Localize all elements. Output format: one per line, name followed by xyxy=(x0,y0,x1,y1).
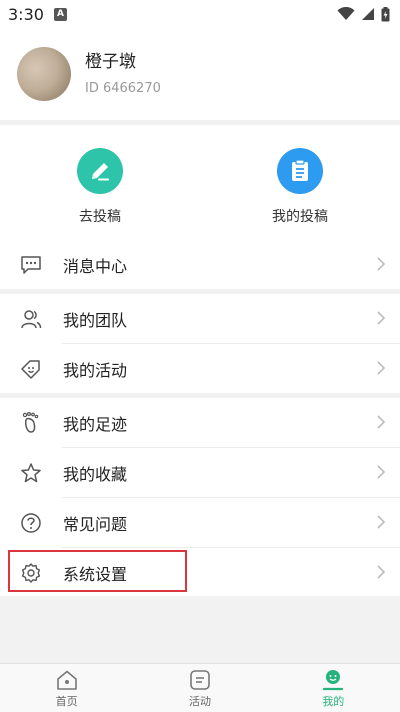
nav-tab-home[interactable]: 首页 xyxy=(0,664,133,712)
shortcut-bar: 去投稿 我的投稿 xyxy=(0,128,400,236)
my-posts-button[interactable]: 我的投稿 xyxy=(200,128,400,236)
menu-label-my-favorites: 我的收藏 xyxy=(63,464,128,484)
question-circle-icon xyxy=(20,512,42,534)
submit-post-label: 去投稿 xyxy=(79,209,121,225)
pencil-icon xyxy=(77,148,123,194)
footprint-icon xyxy=(20,411,42,434)
chevron-right-icon xyxy=(377,515,386,529)
nav-tab-mine[interactable]: 我的 xyxy=(267,664,400,712)
chevron-right-icon xyxy=(377,361,386,375)
chevron-right-icon xyxy=(377,311,386,325)
menu-item-message-center[interactable]: 消息中心 xyxy=(0,240,400,289)
profile-smile-icon xyxy=(323,670,344,691)
menu-label-my-team: 我的团队 xyxy=(63,310,128,330)
chevron-right-icon xyxy=(377,565,386,579)
chevron-right-icon xyxy=(377,257,386,271)
section-divider xyxy=(0,120,400,125)
menu-label-settings: 系统设置 xyxy=(63,564,128,584)
menu-item-my-team[interactable]: 我的团队 xyxy=(0,294,400,343)
avatar[interactable] xyxy=(17,47,71,101)
menu-label-my-footprint: 我的足迹 xyxy=(63,414,128,434)
home-icon xyxy=(56,670,77,690)
menu-item-my-activity[interactable]: 我的活动 xyxy=(0,344,400,393)
my-posts-label: 我的投稿 xyxy=(272,209,328,225)
menu-item-my-footprint[interactable]: 我的足迹 xyxy=(0,398,400,447)
empty-background xyxy=(0,596,400,663)
gear-icon xyxy=(20,562,42,584)
nav-label-activity: 活动 xyxy=(188,695,211,708)
activity-icon xyxy=(190,670,210,690)
menu-label-my-activity: 我的活动 xyxy=(63,360,128,380)
team-icon xyxy=(20,308,42,330)
chat-bubble-icon xyxy=(20,254,42,276)
status-bar: 3:30 A xyxy=(0,0,400,28)
signal-icon xyxy=(362,8,374,20)
status-time: 3:30 xyxy=(8,4,44,24)
menu-item-settings[interactable]: 系统设置 xyxy=(0,548,400,597)
submit-post-button[interactable]: 去投稿 xyxy=(0,128,200,236)
wifi-icon xyxy=(337,7,355,20)
chevron-right-icon xyxy=(377,465,386,479)
nav-label-mine: 我的 xyxy=(322,695,345,708)
profile-name: 橙子墩 xyxy=(85,52,136,72)
clipboard-icon xyxy=(277,148,323,194)
bottom-nav: 首页 活动 我的 xyxy=(0,663,400,712)
nav-tab-activity[interactable]: 活动 xyxy=(133,664,266,712)
nav-label-home: 首页 xyxy=(55,695,78,708)
menu-label-message-center: 消息中心 xyxy=(63,256,128,276)
battery-icon xyxy=(381,6,390,21)
menu-item-faq[interactable]: 常见问题 xyxy=(0,498,400,547)
menu-item-my-favorites[interactable]: 我的收藏 xyxy=(0,448,400,497)
profile-id: ID 6466270 xyxy=(85,81,161,96)
notification-app-icon: A xyxy=(53,7,67,21)
chevron-right-icon xyxy=(377,415,386,429)
profile-header[interactable]: 橙子墩 ID 6466270 xyxy=(0,28,400,120)
menu-label-faq: 常见问题 xyxy=(63,514,128,534)
tag-smile-icon xyxy=(20,358,42,380)
star-icon xyxy=(20,462,42,484)
